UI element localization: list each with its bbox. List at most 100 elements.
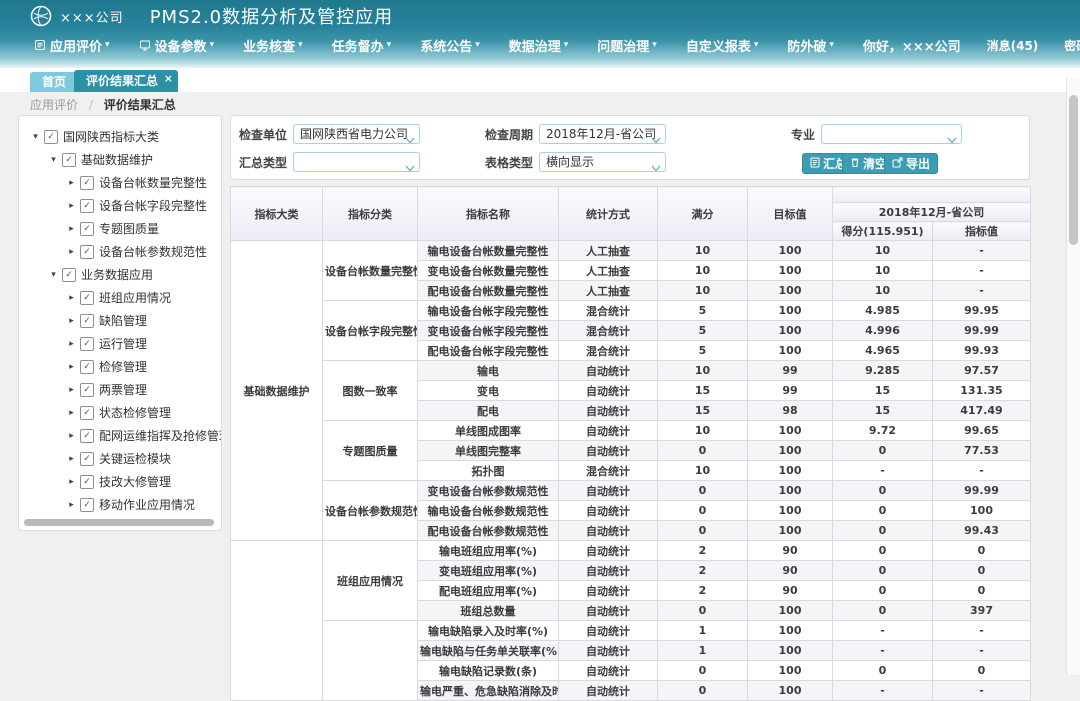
collapse-arrow-icon[interactable]: ▸: [65, 431, 78, 441]
expand-arrow-icon[interactable]: ▾: [47, 155, 60, 165]
checkbox-checked[interactable]: ✓: [80, 429, 94, 443]
tree-item-16[interactable]: ▸✓移动作业应用情况: [19, 493, 221, 516]
full-score-cell: 10: [658, 241, 748, 261]
checkbox-checked[interactable]: ✓: [62, 268, 76, 282]
checkbox-checked[interactable]: ✓: [80, 245, 94, 259]
collapse-arrow-icon[interactable]: ▸: [65, 316, 78, 326]
collapse-arrow-icon[interactable]: ▸: [65, 477, 78, 487]
statistic-method-cell: 人工抽查: [559, 241, 658, 261]
expand-arrow-icon[interactable]: ▾: [47, 270, 60, 280]
collapse-arrow-icon[interactable]: ▸: [65, 201, 78, 211]
collapse-arrow-icon[interactable]: ▸: [65, 339, 78, 349]
indicator-value-cell: 99.95: [933, 301, 1031, 321]
collapse-arrow-icon[interactable]: ▸: [65, 247, 78, 257]
tree-item-15[interactable]: ▸✓技改大修管理: [19, 470, 221, 493]
main-nav: 应用评价▾ 设备参数▾ 业务核查▾ 任务督办▾ 系统公告▾ 数据治理▾ 问题治理▾ 自定义报表…: [0, 33, 1080, 57]
specialty-select[interactable]: [821, 124, 962, 144]
checkbox-checked[interactable]: ✓: [80, 498, 94, 512]
nav-item-2[interactable]: 业务核查▾: [243, 36, 303, 55]
collapse-arrow-icon[interactable]: ▸: [65, 293, 78, 303]
statistic-method-cell: 自动统计: [559, 441, 658, 461]
indicator-name-cell: 输电设备台帐字段完整性: [418, 301, 559, 321]
tab-home[interactable]: 首页: [30, 72, 78, 92]
checkbox-checked[interactable]: ✓: [80, 222, 94, 236]
checkbox-checked[interactable]: ✓: [80, 452, 94, 466]
checkbox-checked[interactable]: ✓: [44, 130, 58, 144]
indicator-name-cell: 单线图成图率: [418, 421, 559, 441]
checkbox-checked[interactable]: ✓: [80, 291, 94, 305]
collapse-arrow-icon[interactable]: ▸: [65, 224, 78, 234]
indicator-value-cell: 99.99: [933, 321, 1031, 341]
messages-link[interactable]: 消息(45): [987, 37, 1039, 54]
nav-item-6[interactable]: 问题治理▾: [597, 36, 657, 55]
tab-evaluation-summary[interactable]: 评价结果汇总 ×: [74, 70, 178, 92]
tree-item-10[interactable]: ▸✓检修管理: [19, 355, 221, 378]
summary-type-select[interactable]: [293, 152, 420, 172]
checkbox-checked[interactable]: ✓: [80, 337, 94, 351]
tree-item-5[interactable]: ▸✓ 设备台帐参数规范性: [19, 240, 221, 263]
nav-item-8[interactable]: 防外破▾: [787, 36, 834, 55]
collapse-arrow-icon[interactable]: ▸: [65, 408, 78, 418]
tree-item-6[interactable]: ▾✓业务数据应用: [19, 263, 221, 286]
nav-right: 你好，×××公司 消息(45) 密码 退出: [863, 36, 1080, 55]
nav-item-5[interactable]: 数据治理▾: [509, 36, 569, 55]
target-value-cell: 99: [748, 361, 833, 381]
tree-item-0[interactable]: ▾✓国网陕西指标大类: [19, 125, 221, 148]
vertical-scrollbar-track[interactable]: [1066, 78, 1080, 675]
checkbox-checked[interactable]: ✓: [80, 314, 94, 328]
breadcrumb-parent[interactable]: 应用评价: [30, 98, 78, 112]
tree-item-1[interactable]: ▾✓基础数据维护: [19, 148, 221, 171]
nav-item-3[interactable]: 任务督办▾: [332, 36, 392, 55]
checkbox-checked[interactable]: ✓: [80, 475, 94, 489]
inspection-unit-select[interactable]: 国网陕西省电力公司: [293, 124, 420, 144]
caret-down-icon: ▾: [105, 40, 110, 50]
nav-item-4[interactable]: 系统公告▾: [420, 36, 480, 55]
checkbox-checked[interactable]: ✓: [80, 176, 94, 190]
checkbox-checked[interactable]: ✓: [80, 360, 94, 374]
tree-item-3[interactable]: ▸✓设备台帐字段完整性: [19, 194, 221, 217]
indicator-value-cell: -: [933, 241, 1031, 261]
tree-item-label: 设备台帐参数规范性: [99, 243, 207, 260]
nav-item-1[interactable]: 设备参数▾: [139, 36, 215, 55]
tree-item-4[interactable]: ▸✓专题图质量: [19, 217, 221, 240]
export-button[interactable]: 导出: [884, 153, 938, 174]
checkbox-checked[interactable]: ✓: [62, 153, 76, 167]
sidebar-horizontal-scrollbar[interactable]: [24, 519, 214, 526]
tree-item-label: 状态检修管理: [99, 404, 171, 421]
tree-item-14[interactable]: ▸✓关键运检模块: [19, 447, 221, 470]
nav-item-0[interactable]: 应用评价▾: [34, 36, 110, 55]
collapse-arrow-icon[interactable]: ▸: [65, 178, 78, 188]
collapse-arrow-icon[interactable]: ▸: [65, 362, 78, 372]
caret-down-icon: ▾: [475, 40, 480, 50]
indicator-name-cell: 输电: [418, 361, 559, 381]
tree-item-11[interactable]: ▸✓两票管理: [19, 378, 221, 401]
collapse-arrow-icon[interactable]: ▸: [65, 385, 78, 395]
sub-column-header-1: 指标值: [933, 222, 1031, 241]
inspection-period-select[interactable]: 2018年12月-省公司: [539, 124, 666, 144]
tree-item-7[interactable]: ▸✓班组应用情况: [19, 286, 221, 309]
close-icon[interactable]: ×: [164, 68, 173, 90]
caret-down-icon: ▾: [754, 40, 759, 50]
tree-item-9[interactable]: ▸✓运行管理: [19, 332, 221, 355]
collapse-arrow-icon[interactable]: ▸: [65, 500, 78, 510]
tree-item-8[interactable]: ▸✓缺陷管理: [19, 309, 221, 332]
indicator-name-cell: 输电缺陷记录数(条): [418, 661, 559, 681]
collapse-arrow-icon[interactable]: ▸: [65, 454, 78, 464]
password-link[interactable]: 密码: [1064, 37, 1080, 54]
target-value-cell: 100: [748, 301, 833, 321]
checkbox-checked[interactable]: ✓: [80, 199, 94, 213]
indicator-value-cell: 0: [933, 661, 1031, 681]
indicator-value-cell: 131.35: [933, 381, 1031, 401]
target-value-cell: 90: [748, 541, 833, 561]
checkbox-checked[interactable]: ✓: [80, 383, 94, 397]
tree-item-2[interactable]: ▸✓设备台帐数量完整性: [19, 171, 221, 194]
expand-arrow-icon[interactable]: ▾: [29, 132, 42, 142]
full-score-cell: 0: [658, 601, 748, 621]
checkbox-checked[interactable]: ✓: [80, 406, 94, 420]
tree-item-12[interactable]: ▸✓ 状态检修管理: [19, 401, 221, 424]
vertical-scrollbar-thumb[interactable]: [1069, 95, 1078, 245]
tree-item-13[interactable]: ▸✓配网运维指挥及抢修管理: [19, 424, 221, 447]
statistic-method-cell: 自动统计: [559, 381, 658, 401]
nav-item-7[interactable]: 自定义报表▾: [686, 36, 759, 55]
table-type-select[interactable]: 横向显示: [539, 152, 666, 172]
